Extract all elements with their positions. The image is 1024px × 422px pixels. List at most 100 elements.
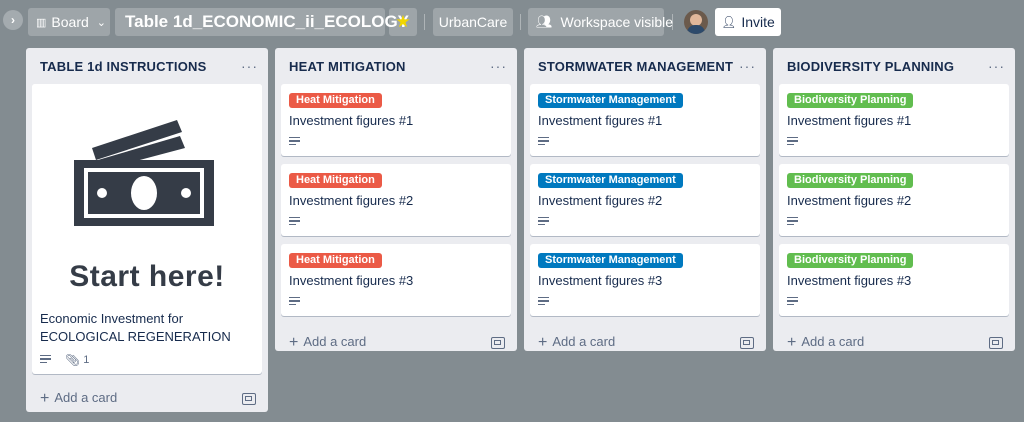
list-title[interactable]: HEAT MITIGATION bbox=[289, 59, 406, 74]
description-icon bbox=[538, 296, 549, 308]
add-card-label: Add a card bbox=[552, 334, 616, 349]
cover-text: Start here! bbox=[69, 260, 225, 293]
list-menu-icon[interactable]: ··· bbox=[988, 58, 1005, 74]
card-template-icon[interactable] bbox=[740, 337, 754, 349]
card[interactable]: Stormwater Management Investment figures… bbox=[530, 244, 760, 316]
list-heat-mitigation: HEAT MITIGATION ··· Heat Mitigation Inve… bbox=[275, 48, 517, 351]
star-icon: ★ bbox=[395, 12, 411, 31]
card-template-icon[interactable] bbox=[989, 337, 1003, 349]
list-title[interactable]: TABLE 1d INSTRUCTIONS bbox=[40, 59, 206, 74]
card-title: Investment figures #2 bbox=[289, 193, 414, 208]
card-cover: Start here! bbox=[32, 84, 262, 302]
description-icon bbox=[538, 136, 549, 148]
card-badges: 📎︎ 1 bbox=[40, 350, 254, 370]
card-title: Investment figures #1 bbox=[538, 113, 663, 128]
list-instructions: TABLE 1d INSTRUCTIONS ··· Start here! Ec… bbox=[26, 48, 268, 412]
card[interactable]: Biodiversity Planning Investment figures… bbox=[779, 164, 1009, 236]
card-template-icon[interactable] bbox=[491, 337, 505, 349]
add-card-button[interactable]: + Add a card bbox=[289, 334, 366, 352]
description-icon bbox=[787, 216, 798, 228]
plus-icon: + bbox=[289, 334, 299, 351]
attachment-count: 1 bbox=[83, 354, 90, 366]
list-header: STORMWATER MANAGEMENT ··· bbox=[524, 48, 766, 84]
visibility-button[interactable]: 👥︎ Workspace visible bbox=[528, 8, 673, 36]
description-icon bbox=[40, 354, 51, 366]
card[interactable]: Heat Mitigation Investment figures #3 bbox=[281, 244, 511, 316]
card[interactable]: Stormwater Management Investment figures… bbox=[530, 84, 760, 156]
list-title[interactable]: STORMWATER MANAGEMENT bbox=[538, 59, 733, 74]
divider bbox=[672, 14, 673, 30]
card-title: Investment figures #2 bbox=[787, 193, 912, 208]
board-view-label: Board bbox=[51, 14, 89, 30]
card-title: Investment figures #3 bbox=[538, 273, 663, 288]
card-label: Biodiversity Planning bbox=[787, 93, 914, 108]
card-label: Heat Mitigation bbox=[289, 93, 382, 108]
description-icon bbox=[787, 296, 798, 308]
add-card-label: Add a card bbox=[303, 334, 367, 349]
card-label: Heat Mitigation bbox=[289, 173, 382, 188]
board-title[interactable]: Table 1d_ECONOMIC_ii_ECOLOGY bbox=[115, 8, 409, 36]
add-card-button[interactable]: + Add a card bbox=[538, 334, 615, 352]
card[interactable]: Heat Mitigation Investment figures #1 bbox=[281, 84, 511, 156]
add-card-button[interactable]: + Add a card bbox=[787, 334, 864, 352]
list-menu-icon[interactable]: ··· bbox=[241, 58, 258, 74]
attachment-icon: 📎︎ bbox=[65, 353, 81, 367]
card-title: Investment figures #3 bbox=[289, 273, 414, 288]
card[interactable]: Heat Mitigation Investment figures #2 bbox=[281, 164, 511, 236]
card-title: Investment figures #2 bbox=[538, 193, 663, 208]
chevron-right-icon: › bbox=[11, 13, 15, 27]
description-icon bbox=[289, 296, 300, 308]
description-icon bbox=[289, 216, 300, 228]
list-header: TABLE 1d INSTRUCTIONS ··· bbox=[26, 48, 268, 84]
card-label: Stormwater Management bbox=[538, 93, 683, 108]
member-avatar[interactable] bbox=[684, 10, 708, 34]
card-title: Economic Investment for ECOLOGICAL REGEN… bbox=[40, 311, 231, 344]
people-icon: 👥︎ bbox=[536, 14, 553, 29]
card-title: Investment figures #1 bbox=[787, 113, 912, 128]
card-label: Stormwater Management bbox=[538, 173, 683, 188]
description-icon bbox=[538, 216, 549, 228]
board-view-switcher[interactable]: ▥ Board ⌄ bbox=[28, 8, 110, 36]
list-biodiversity-planning: BIODIVERSITY PLANNING ··· Biodiversity P… bbox=[773, 48, 1015, 351]
card[interactable]: Biodiversity Planning Investment figures… bbox=[779, 84, 1009, 156]
expand-sidebar-button[interactable]: › bbox=[3, 10, 23, 30]
chevron-down-icon: ⌄ bbox=[96, 16, 106, 29]
plus-icon: + bbox=[538, 334, 548, 351]
plus-icon: + bbox=[787, 334, 797, 351]
card-label: Biodiversity Planning bbox=[787, 173, 914, 188]
visibility-label: Workspace visible bbox=[560, 14, 674, 30]
board-header: › ▥ Board ⌄ Table 1d_ECONOMIC_ii_ECOLOGY… bbox=[0, 0, 1024, 44]
invite-button[interactable]: 👤︎ Invite bbox=[715, 8, 781, 36]
list-footer: + Add a card bbox=[26, 380, 268, 418]
card-template-icon[interactable] bbox=[242, 393, 256, 405]
invite-label: Invite bbox=[741, 14, 775, 30]
card[interactable]: Stormwater Management Investment figures… bbox=[530, 164, 760, 236]
list-stormwater-management: STORMWATER MANAGEMENT ··· Stormwater Man… bbox=[524, 48, 766, 351]
add-person-icon: 👤︎ bbox=[721, 15, 737, 29]
list-header: BIODIVERSITY PLANNING ··· bbox=[773, 48, 1015, 84]
list-footer: + Add a card bbox=[773, 324, 1015, 362]
list-header: HEAT MITIGATION ··· bbox=[275, 48, 517, 84]
list-menu-icon[interactable]: ··· bbox=[739, 58, 756, 74]
add-card-label: Add a card bbox=[54, 390, 118, 405]
add-card-label: Add a card bbox=[801, 334, 865, 349]
workspace-button[interactable]: UrbanCare bbox=[433, 8, 513, 36]
add-card-button[interactable]: + Add a card bbox=[40, 390, 117, 408]
avatar-body bbox=[687, 25, 705, 34]
divider bbox=[424, 14, 425, 30]
card-label: Heat Mitigation bbox=[289, 253, 382, 268]
card-title: Investment figures #1 bbox=[289, 113, 414, 128]
description-icon bbox=[787, 136, 798, 148]
description-icon bbox=[289, 136, 300, 148]
list-footer: + Add a card bbox=[275, 324, 517, 362]
star-board-button[interactable]: ★ bbox=[389, 8, 417, 36]
instructions-card[interactable]: Start here! Economic Investment for ECOL… bbox=[32, 84, 262, 374]
card[interactable]: Biodiversity Planning Investment figures… bbox=[779, 244, 1009, 316]
list-title[interactable]: BIODIVERSITY PLANNING bbox=[787, 59, 954, 74]
card-title: Investment figures #3 bbox=[787, 273, 912, 288]
card-label: Stormwater Management bbox=[538, 253, 683, 268]
list-menu-icon[interactable]: ··· bbox=[490, 58, 507, 74]
list-footer: + Add a card bbox=[524, 324, 766, 362]
card-label: Biodiversity Planning bbox=[787, 253, 914, 268]
board-view-icon: ▥ bbox=[36, 16, 46, 29]
